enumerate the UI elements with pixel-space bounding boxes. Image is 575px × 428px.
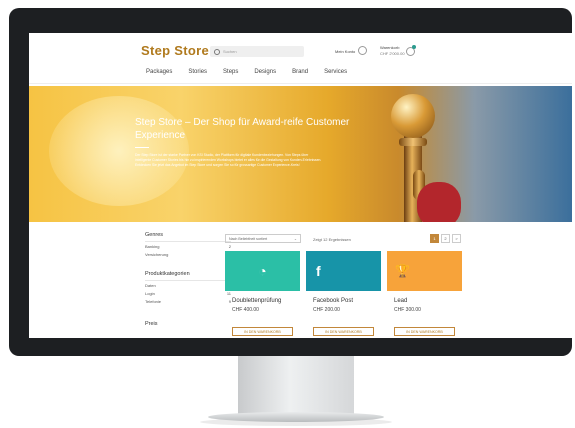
stanchion-collar (399, 138, 427, 146)
product-price: CHF 400.00 (232, 307, 259, 313)
genre-item-banking[interactable]: Banking 2 (145, 244, 231, 249)
cart-badge (412, 45, 416, 49)
monitor-stand-base (208, 412, 384, 422)
product-price: CHF 200.00 (313, 307, 340, 313)
product-name[interactable]: Facebook Post (313, 298, 353, 304)
monitor-stand-neck (238, 356, 354, 418)
nav-brand[interactable]: Brand (292, 69, 308, 75)
timer-icon: ◔ (225, 251, 300, 291)
sort-select[interactable]: Nach Beliebtheit sortiert ⌄ (225, 234, 301, 243)
account-icon[interactable] (358, 46, 367, 55)
facebook-icon: f (306, 251, 381, 291)
page-2-button[interactable]: 2 (441, 234, 450, 243)
product-card[interactable]: ◔ Doublettenprüfung CHF 400.00 IN DEN WA… (225, 251, 300, 338)
browser-screen: Step Store Suchen Mein Konto Warenkorb C… (29, 33, 572, 338)
cart-total: CHF 2'000.00 (380, 51, 405, 56)
add-to-cart-button[interactable]: IN DEN WARENKORB (313, 327, 374, 336)
cart-label[interactable]: Warenkorb (380, 45, 399, 50)
add-to-cart-button[interactable]: IN DEN WARENKORB (232, 327, 293, 336)
categories-divider (145, 280, 231, 281)
nav-designs[interactable]: Designs (254, 69, 276, 75)
nav-steps[interactable]: Steps (223, 69, 238, 75)
nav-services[interactable]: Services (324, 69, 347, 75)
category-label: Telefonie (145, 299, 162, 304)
account-label[interactable]: Mein Konto (335, 49, 355, 54)
search-input[interactable]: Suchen (210, 46, 304, 57)
stanchion-ball (391, 94, 435, 138)
genre-count: 2 (228, 244, 231, 249)
page-1-button[interactable]: 1 (430, 234, 439, 243)
category-label: Login (145, 291, 155, 296)
product-price: CHF 300.00 (394, 307, 421, 313)
hero-text: Der Step Store ist der starke Partner vo… (135, 153, 322, 167)
velvet-rope (417, 182, 461, 222)
genre-item-versicherung[interactable]: Versicherung 2 (145, 252, 231, 257)
search-placeholder: Suchen (223, 49, 237, 54)
category-label: Daten (145, 283, 156, 288)
nav-stories[interactable]: Stories (188, 69, 207, 75)
product-card[interactable]: f Facebook Post CHF 200.00 IN DEN WARENK… (306, 251, 381, 338)
nav-divider (29, 83, 572, 84)
results-count: Zeigt 12 Ergebnissen (313, 237, 351, 242)
hero-glow (49, 96, 189, 206)
sort-label: Nach Beliebtheit sortiert (229, 236, 268, 241)
genre-label: Versicherung (145, 252, 169, 257)
category-item-telefonie[interactable]: Telefonie 9 (145, 299, 231, 304)
hero-banner: Step Store – Der Shop für Award-reife Cu… (29, 86, 572, 222)
nav-packages[interactable]: Packages (146, 69, 172, 75)
category-item-daten[interactable]: Daten 12 (145, 283, 231, 288)
product-card[interactable]: 🏆 Lead CHF 300.00 IN DEN WARENKORB (387, 251, 462, 338)
hero-title: Step Store – Der Shop für Award-reife Cu… (135, 117, 350, 141)
product-name[interactable]: Lead (394, 298, 407, 304)
monitor-frame: Step Store Suchen Mein Konto Warenkorb C… (9, 8, 572, 356)
categories-heading: Produktkategorien (145, 271, 190, 277)
next-page-button[interactable]: > (452, 234, 461, 243)
chevron-down-icon: ⌄ (293, 236, 297, 241)
trophy-icon: 🏆 (387, 251, 462, 291)
add-to-cart-button[interactable]: IN DEN WARENKORB (394, 327, 455, 336)
category-item-login[interactable]: Login 11 (145, 291, 231, 296)
price-heading: Preis (145, 321, 158, 327)
store-logo[interactable]: Step Store (141, 43, 209, 58)
genre-label: Banking (145, 244, 160, 249)
main-nav: Packages Stories Steps Designs Brand Ser… (146, 69, 363, 75)
genres-heading: Genres (145, 232, 164, 238)
search-icon (214, 48, 220, 55)
hero-divider (135, 147, 149, 148)
product-name[interactable]: Doublettenprüfung (232, 298, 281, 304)
genres-divider (145, 241, 231, 242)
